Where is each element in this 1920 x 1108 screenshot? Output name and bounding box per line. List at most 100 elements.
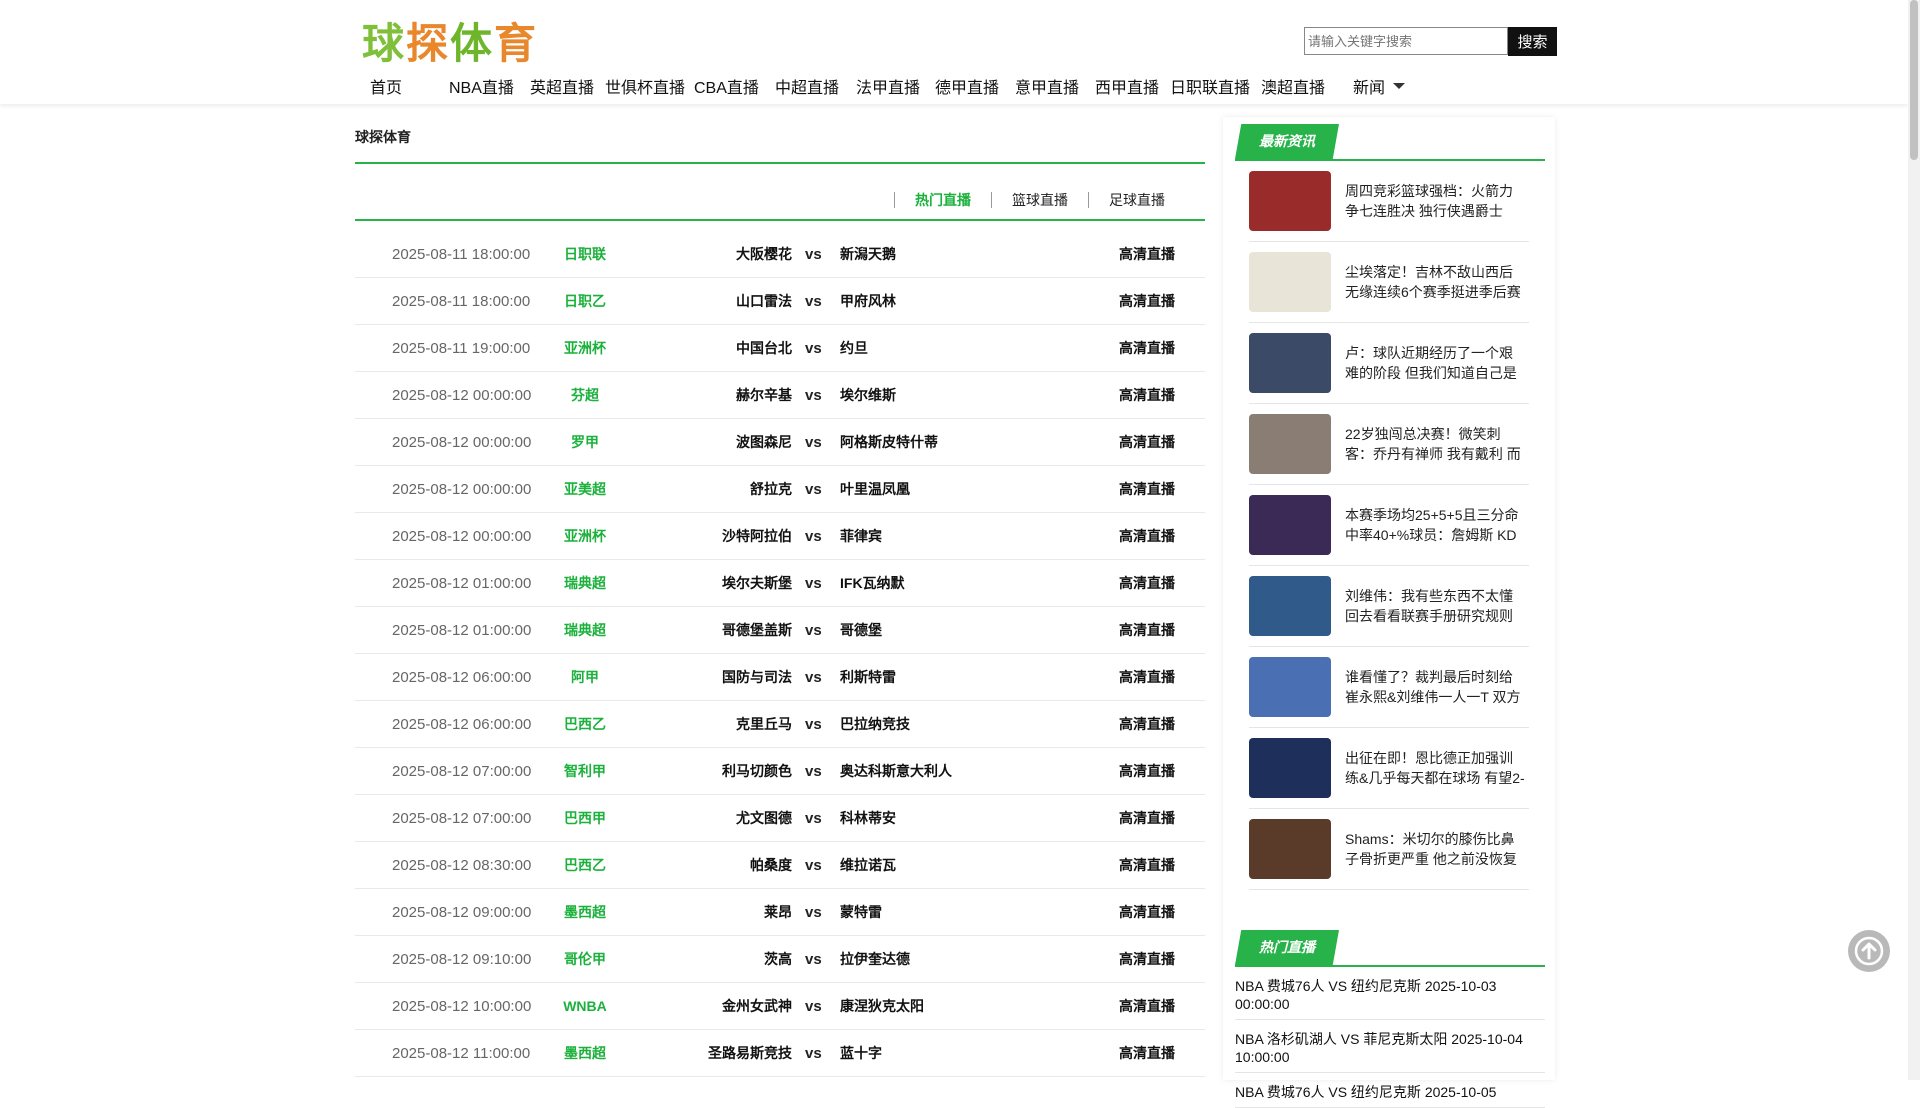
match-league-link[interactable]: 罗甲 (545, 432, 625, 452)
match-league-link[interactable]: 日职乙 (545, 291, 625, 311)
news-headline[interactable]: 刘维伟：我有些东西不太懂 回去看看联赛手册研究规则 (1345, 586, 1525, 626)
hot-live-item[interactable]: NBA 费城76人 VS 纽约尼克斯 2025-10-05 (1235, 1073, 1545, 1108)
news-thumbnail[interactable] (1249, 657, 1331, 717)
news-headline[interactable]: 本赛季场均25+5+5且三分命中率40+%球员：詹姆斯 KD (1345, 505, 1525, 545)
match-league-link[interactable]: 巴西乙 (545, 714, 625, 734)
match-league-link[interactable]: 巴西甲 (545, 808, 625, 828)
hd-live-link[interactable]: 高清直播 (1119, 714, 1175, 734)
hd-live-link[interactable]: 高清直播 (1119, 385, 1175, 405)
hd-live-link[interactable]: 高清直播 (1119, 291, 1175, 311)
nav-item-news-dropdown[interactable]: 新闻 (1353, 74, 1406, 98)
scrollbar-thumb[interactable] (1910, 0, 1918, 160)
news-thumbnail[interactable] (1249, 495, 1331, 555)
news-item[interactable]: 尘埃落定！吉林不敌山西后无缘连续6个赛季挺进季后赛 (1249, 242, 1529, 323)
news-headline[interactable]: 22岁独闯总决赛！微笑刺客：乔丹有禅师 我有戴利 而 (1345, 424, 1525, 464)
nav-item[interactable]: 澳超直播 (1261, 74, 1325, 98)
vs-label: vs (805, 997, 822, 1015)
hd-live-link[interactable]: 高清直播 (1119, 526, 1175, 546)
news-item[interactable]: 出征在即！恩比德正加强训练&几乎每天都在球场 有望2- (1249, 728, 1529, 809)
vs-label: vs (805, 621, 822, 639)
news-headline[interactable]: 卢：球队近期经历了一个艰难的阶段 但我们知道自己是 (1345, 343, 1525, 383)
nav-item[interactable]: 中超直播 (775, 74, 839, 98)
nav-item[interactable]: CBA直播 (694, 74, 759, 98)
home-team: 克里丘马 (736, 716, 792, 732)
news-item[interactable]: 卢：球队近期经历了一个艰难的阶段 但我们知道自己是 (1249, 323, 1529, 404)
nav-item[interactable]: 日职联直播 (1170, 74, 1250, 98)
hd-live-link[interactable]: 高清直播 (1119, 573, 1175, 593)
news-headline[interactable]: 出征在即！恩比德正加强训练&几乎每天都在球场 有望2- (1345, 748, 1525, 788)
nav-item[interactable]: 世俱杯直播 (605, 74, 685, 98)
away-team: 菲律宾 (840, 528, 882, 544)
news-headline[interactable]: 周四竞彩篮球强档：火箭力争七连胜决 独行侠遇爵士 (1345, 181, 1525, 221)
match-league-link[interactable]: 亚美超 (545, 479, 625, 499)
hot-live-item[interactable]: NBA 费城76人 VS 纽约尼克斯 2025-10-03 00:00:00 (1235, 967, 1545, 1020)
news-headline[interactable]: 尘埃落定！吉林不敌山西后无缘连续6个赛季挺进季后赛 (1345, 262, 1525, 302)
news-thumbnail[interactable] (1249, 333, 1331, 393)
match-league-link[interactable]: 日职联 (545, 244, 625, 264)
news-thumbnail[interactable] (1249, 819, 1331, 879)
hot-live-item[interactable]: NBA 洛杉矶湖人 VS 菲尼克斯太阳 2025-10-04 10:00:00 (1235, 1020, 1545, 1073)
hd-live-link[interactable]: 高清直播 (1119, 855, 1175, 875)
hd-live-link[interactable]: 高清直播 (1119, 949, 1175, 969)
filter-tab[interactable]: 篮球直播 (991, 192, 1088, 208)
news-item[interactable]: 刘维伟：我有些东西不太懂 回去看看联赛手册研究规则 (1249, 566, 1529, 647)
news-thumbnail[interactable] (1249, 414, 1331, 474)
match-league-link[interactable]: WNBA (545, 998, 625, 1014)
match-league-link[interactable]: 瑞典超 (545, 573, 625, 593)
hd-live-link[interactable]: 高清直播 (1119, 338, 1175, 358)
search-button[interactable]: 搜索 (1508, 27, 1557, 56)
match-league-link[interactable]: 墨西超 (545, 1043, 625, 1063)
news-thumbnail[interactable] (1249, 171, 1331, 231)
home-team: 大阪樱花 (736, 246, 792, 262)
back-to-top-button[interactable] (1848, 930, 1890, 972)
search-input[interactable] (1304, 27, 1508, 55)
nav-item[interactable]: NBA直播 (449, 74, 514, 98)
news-thumbnail[interactable] (1249, 576, 1331, 636)
vs-label: vs (805, 668, 822, 686)
match-league-link[interactable]: 墨西超 (545, 902, 625, 922)
hd-live-link[interactable]: 高清直播 (1119, 996, 1175, 1016)
hd-live-link[interactable]: 高清直播 (1119, 620, 1175, 640)
news-item[interactable]: 周四竞彩篮球强档：火箭力争七连胜决 独行侠遇爵士 (1249, 161, 1529, 242)
hd-live-link[interactable]: 高清直播 (1119, 432, 1175, 452)
news-headline[interactable]: Shams：米切尔的膝伤比鼻子骨折更严重 他之前没恢复 (1345, 829, 1525, 869)
filter-tab[interactable]: 足球直播 (1088, 192, 1185, 208)
vs-label: vs (805, 386, 822, 404)
match-league-link[interactable]: 哥伦甲 (545, 949, 625, 969)
match-league-link[interactable]: 芬超 (545, 385, 625, 405)
away-team: 埃尔维斯 (840, 387, 896, 403)
nav-item[interactable]: 德甲直播 (935, 74, 999, 98)
away-team: 巴拉纳竞技 (840, 716, 910, 732)
news-thumbnail[interactable] (1249, 738, 1331, 798)
match-league-link[interactable]: 亚洲杯 (545, 338, 625, 358)
nav-item[interactable]: 首页 (370, 74, 402, 98)
nav-item[interactable]: 法甲直播 (856, 74, 920, 98)
nav-item[interactable]: 意甲直播 (1015, 74, 1079, 98)
match-time: 2025-08-12 09:00:00 (392, 903, 532, 921)
nav-item[interactable]: 英超直播 (530, 74, 594, 98)
match-league-link[interactable]: 亚洲杯 (545, 526, 625, 546)
news-thumbnail[interactable] (1249, 252, 1331, 312)
hd-live-link[interactable]: 高清直播 (1119, 1043, 1175, 1063)
hd-live-link[interactable]: 高清直播 (1119, 244, 1175, 264)
hd-live-link[interactable]: 高清直播 (1119, 479, 1175, 499)
match-league-link[interactable]: 阿甲 (545, 667, 625, 687)
live-filter-tabs: 热门直播 篮球直播 足球直播 (894, 192, 1185, 208)
match-league-link[interactable]: 智利甲 (545, 761, 625, 781)
nav-item[interactable]: 西甲直播 (1095, 74, 1159, 98)
hd-live-link[interactable]: 高清直播 (1119, 667, 1175, 687)
news-item[interactable]: 本赛季场均25+5+5且三分命中率40+%球员：詹姆斯 KD (1249, 485, 1529, 566)
arrow-up-icon (1854, 936, 1884, 966)
site-logo[interactable]: 球探体育 (362, 10, 538, 71)
hd-live-link[interactable]: 高清直播 (1119, 902, 1175, 922)
news-headline[interactable]: 谁看懂了？裁判最后时刻给崔永熙&刘维伟一人一T 双方 (1345, 667, 1525, 707)
match-league-link[interactable]: 巴西乙 (545, 855, 625, 875)
filter-tab[interactable]: 热门直播 (894, 192, 991, 208)
news-item[interactable]: Shams：米切尔的膝伤比鼻子骨折更严重 他之前没恢复 (1249, 809, 1529, 890)
hd-live-link[interactable]: 高清直播 (1119, 761, 1175, 781)
news-item[interactable]: 22岁独闯总决赛！微笑刺客：乔丹有禅师 我有戴利 而 (1249, 404, 1529, 485)
match-league-link[interactable]: 瑞典超 (545, 620, 625, 640)
news-item[interactable]: 谁看懂了？裁判最后时刻给崔永熙&刘维伟一人一T 双方 (1249, 647, 1529, 728)
page-scrollbar[interactable] (1908, 0, 1920, 1080)
hd-live-link[interactable]: 高清直播 (1119, 808, 1175, 828)
